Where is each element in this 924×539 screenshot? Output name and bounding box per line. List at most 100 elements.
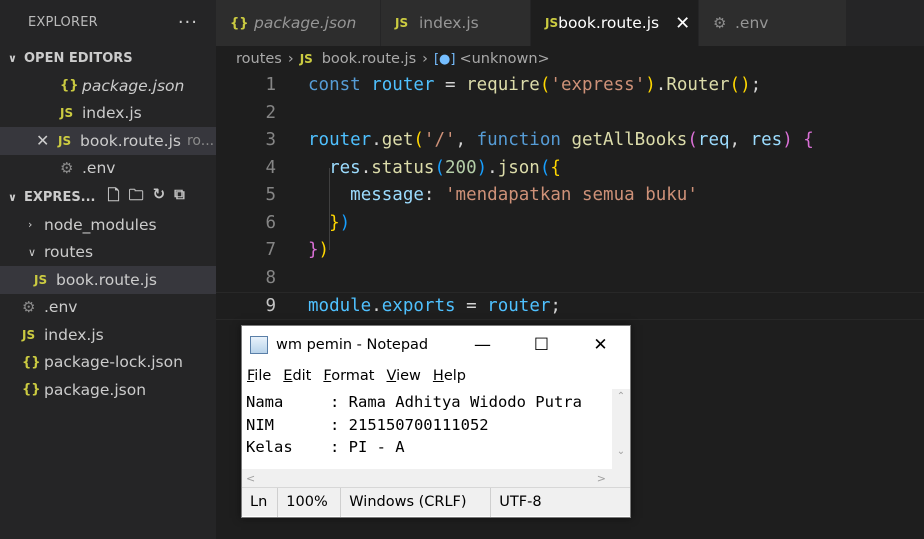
code-line: 1 const router = require('express').Route… (216, 72, 924, 100)
line-number: 9 (265, 296, 276, 316)
open-editors-section[interactable]: ∨ OPEN EDITORS (0, 44, 216, 72)
open-editor-label: .env (82, 159, 116, 178)
scroll-down-icon[interactable]: ⌄ (612, 446, 630, 457)
chevron-down-icon: ∨ (8, 190, 17, 204)
open-editor-index-js[interactable]: JS index.js (0, 100, 216, 128)
menu-file[interactable]: File (247, 368, 271, 384)
status-position: Ln (242, 487, 279, 517)
more-actions-icon[interactable]: ··· (178, 12, 198, 33)
tree-file-package-json[interactable]: {} package.json (0, 376, 216, 404)
horizontal-scrollbar[interactable]: < > (242, 469, 630, 487)
js-icon: JS (58, 133, 72, 148)
close-window-icon[interactable]: ✕ (571, 335, 630, 355)
gear-icon: ⚙ (22, 298, 36, 317)
code-text: const router = require('express').Router… (308, 75, 762, 95)
status-line-ending: Windows (CRLF) (341, 487, 492, 517)
breadcrumb-symbol[interactable]: <unknown> (459, 51, 549, 67)
js-icon: JS (545, 16, 559, 30)
js-icon: JS (60, 106, 74, 121)
notepad-titlebar[interactable]: wm pemin - Notepad — ☐ ✕ (242, 326, 630, 363)
chevron-right-icon: › (422, 51, 428, 67)
tree-folder-routes[interactable]: ∨ routes (0, 239, 216, 267)
open-editor-label: book.route.js (80, 131, 181, 150)
tree-file-index-js[interactable]: JS index.js (0, 321, 216, 349)
notepad-icon (250, 335, 268, 354)
js-icon: JS (299, 52, 313, 66)
tree-file-package-lock-json[interactable]: {} package-lock.json (0, 349, 216, 377)
menu-help[interactable]: Help (433, 368, 466, 384)
open-editor-path: ro... (186, 132, 215, 149)
chevron-right-icon: › (287, 51, 294, 67)
project-label: EXPRES... (24, 189, 96, 205)
close-tab-icon[interactable]: ✕ (675, 13, 690, 34)
tab-env[interactable]: ⚙ .env (699, 0, 847, 46)
vertical-scrollbar[interactable]: ⌃ ⌄ (612, 389, 630, 469)
project-section[interactable]: ∨ EXPRES... 🗋 🗀 ↻ ⧉ (0, 183, 216, 211)
new-folder-icon[interactable]: 🗀 (129, 185, 144, 210)
tree-folder-node-modules[interactable]: › node_modules (0, 211, 216, 239)
new-file-icon[interactable]: 🗋 (108, 185, 120, 210)
open-editor-env[interactable]: ⚙ .env (0, 155, 216, 183)
line-number: 5 (265, 185, 276, 205)
tree-label: routes (44, 243, 94, 262)
breadcrumb-folder[interactable]: routes (236, 51, 282, 67)
code-text: res.status(200).json({ (329, 157, 561, 178)
tree-file-book-route-js[interactable]: JS book.route.js (0, 266, 216, 294)
breadcrumb-file[interactable]: book.route.js (322, 51, 416, 67)
chevron-right-icon: › (28, 218, 33, 232)
line-number: 6 (265, 212, 276, 233)
open-editor-package-json[interactable]: {} package.json (0, 72, 216, 100)
code-text: }) (308, 240, 330, 260)
explorer-header: EXPLORER ··· (0, 0, 216, 44)
line-number: 3 (265, 130, 276, 150)
scroll-left-icon[interactable]: < (246, 472, 255, 485)
menu-edit[interactable]: Edit (283, 368, 311, 384)
tree-file-env[interactable]: ⚙ .env (0, 294, 216, 322)
tree-label: book.route.js (56, 270, 157, 289)
chevron-down-icon: ∨ (28, 245, 37, 259)
line-number: 4 (265, 157, 276, 178)
notepad-text-area[interactable]: Nama : Rama Adhitya Widodo Putra NIM : 21… (242, 389, 630, 469)
chevron-down-icon: ∨ (8, 51, 17, 65)
open-editor-book-route-js[interactable]: ✕ JS book.route.js ro... (0, 127, 216, 155)
notepad-statusbar: Ln 100% Windows (CRLF) UTF-8 (242, 487, 630, 517)
notepad-title: wm pemin - Notepad (276, 336, 429, 353)
line-number: 7 (265, 240, 276, 260)
tab-label: book.route.js (558, 14, 660, 32)
notepad-window: wm pemin - Notepad — ☐ ✕ File Edit Forma… (241, 325, 631, 518)
code-line: 6 }) (216, 210, 924, 238)
js-icon: JS (395, 16, 409, 30)
menu-format[interactable]: Format (323, 368, 374, 384)
code-line: 4 res.status(200).json({ (216, 155, 924, 183)
editor-tabs: {} package.json JS index.js JS book.rout… (216, 0, 924, 46)
scroll-right-icon[interactable]: > (597, 472, 606, 485)
tab-book-route-js[interactable]: JS book.route.js ✕ (531, 0, 699, 46)
close-icon[interactable]: ✕ (36, 131, 58, 150)
tree-label: package-lock.json (44, 353, 183, 372)
minimize-icon[interactable]: — (453, 335, 512, 355)
code-line-current: 9 module.exports = router; (216, 292, 924, 320)
open-editors-label: OPEN EDITORS (24, 50, 133, 66)
status-zoom: 100% (278, 487, 342, 517)
gear-icon: ⚙ (60, 159, 74, 178)
refresh-icon[interactable]: ↻ (153, 185, 166, 210)
code-text: message: 'mendapatkan semua buku' (350, 185, 698, 205)
collapse-all-icon[interactable]: ⧉ (174, 185, 185, 210)
breadcrumb: routes › JS book.route.js › [●] <unknown… (216, 46, 924, 72)
maximize-icon[interactable]: ☐ (512, 335, 571, 355)
text-line: NIM : 215150700111052 (246, 415, 489, 434)
json-icon: {} (230, 15, 249, 31)
status-encoding: UTF-8 (499, 493, 542, 510)
window-controls: — ☐ ✕ (453, 335, 630, 355)
notepad-menubar: File Edit Format View Help (242, 363, 630, 389)
scroll-up-icon[interactable]: ⌃ (612, 391, 630, 402)
code-line: 7}) (216, 237, 924, 265)
code-line: 5 message: 'mendapatkan semua buku' (216, 182, 924, 210)
tab-index-js[interactable]: JS index.js (381, 0, 531, 46)
line-number: 8 (265, 267, 276, 288)
tab-package-json[interactable]: {} package.json (216, 0, 381, 46)
code-text: module.exports = router; (308, 296, 561, 316)
code-line: 3 router.get('/', function getAllBooks(re… (216, 127, 924, 155)
json-icon: {} (22, 382, 41, 398)
menu-view[interactable]: View (386, 368, 420, 384)
